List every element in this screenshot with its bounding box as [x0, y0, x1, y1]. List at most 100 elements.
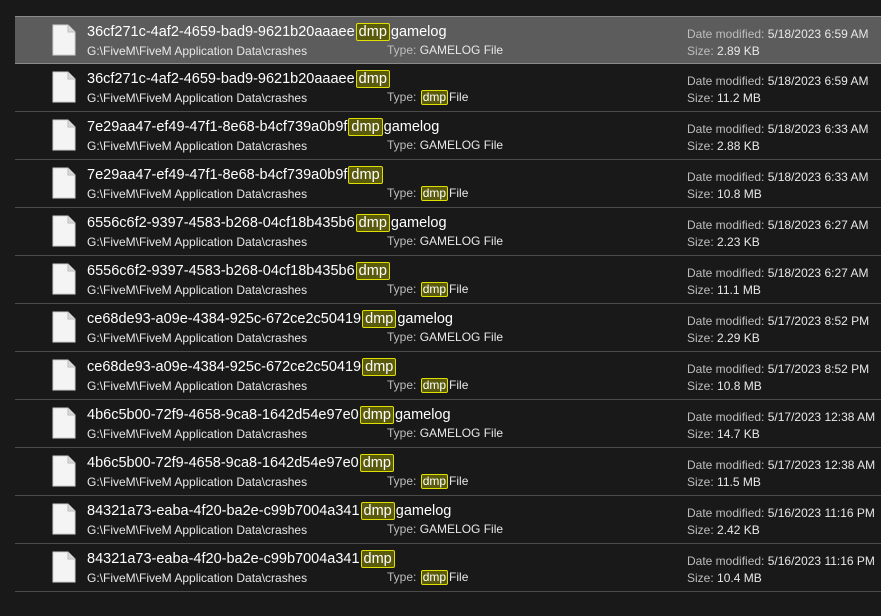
size-label: Size:: [687, 139, 714, 153]
search-highlight: dmp: [359, 454, 394, 472]
file-size: Size: 10.8 MB: [687, 379, 762, 393]
type-search-highlight: dmp: [420, 282, 449, 297]
file-type-value: File: [449, 570, 469, 584]
file-path: G:\FiveM\FiveM Application Data\crashes: [87, 475, 308, 489]
file-size: Size: 11.5 MB: [687, 475, 761, 489]
date-modified: Date modified: 5/16/2023 11:16 PM: [687, 554, 875, 568]
file-row[interactable]: ce68de93-a09e-4384-925c-672ce2c50419 dmp …: [15, 352, 881, 400]
file-name: 36cf271c-4af2-4659-bad9-9621b20aaaee dmp g…: [87, 23, 447, 42]
search-highlight: dmp: [362, 310, 397, 328]
date-modified: Date modified: 5/18/2023 6:59 AM: [687, 74, 868, 88]
file-size-value: 10.8 MB: [717, 379, 762, 393]
type-search-highlight: dmp: [420, 474, 449, 489]
file-name-prefix: 6556c6f2-9397-4583-b268-04cf18b435b6: [87, 263, 355, 279]
date-modified: Date modified: 5/18/2023 6:33 AM: [687, 170, 868, 184]
file-name: 4b6c5b00-72f9-4658-9ca8-1642d54e97e0 dmp g…: [87, 406, 451, 425]
file-name-prefix: ce68de93-a09e-4384-925c-672ce2c50419: [87, 359, 362, 375]
file-icon: [52, 503, 76, 535]
file-icon: [52, 551, 76, 583]
file-type: Type: dmp File: [387, 90, 468, 105]
file-row[interactable]: 4b6c5b00-72f9-4658-9ca8-1642d54e97e0 dmp g…: [15, 400, 881, 448]
file-name-prefix: ce68de93-a09e-4384-925c-672ce2c50419: [87, 311, 362, 327]
file-name-prefix: 4b6c5b00-72f9-4658-9ca8-1642d54e97e0: [87, 455, 359, 471]
date-modified-value: 5/18/2023 6:27 AM: [767, 218, 869, 232]
file-name-prefix: 36cf271c-4af2-4659-bad9-9621b20aaaee: [87, 71, 355, 87]
file-size: Size: 10.8 MB: [687, 187, 762, 201]
file-type: Type: dmp File: [387, 474, 468, 489]
file-name: 84321a73-eaba-4f20-ba2e-c99b7004a341 dmp g…: [87, 502, 451, 521]
file-path: G:\FiveM\FiveM Application Data\crashes: [87, 523, 308, 537]
size-label: Size:: [687, 331, 714, 345]
search-highlight: dmp: [348, 118, 383, 136]
size-label: Size:: [687, 44, 714, 58]
file-row[interactable]: ce68de93-a09e-4384-925c-672ce2c50419 dmp g…: [15, 304, 881, 352]
file-type-value: GAMELOG File: [419, 522, 504, 536]
file-size: Size: 2.89 KB: [687, 44, 760, 58]
file-name-prefix: 36cf271c-4af2-4659-bad9-9621b20aaaee: [87, 24, 355, 40]
file-path: G:\FiveM\FiveM Application Data\crashes: [87, 187, 308, 201]
file-name-suffix: gamelog: [383, 119, 440, 135]
file-row[interactable]: 84321a73-eaba-4f20-ba2e-c99b7004a341 dmp g…: [15, 496, 881, 544]
file-type: Type: dmp File: [387, 186, 468, 201]
file-type-value: File: [449, 90, 469, 104]
file-path: G:\FiveM\FiveM Application Data\crashes: [87, 331, 308, 345]
file-row[interactable]: 36cf271c-4af2-4659-bad9-9621b20aaaee dmp …: [15, 64, 881, 112]
size-label: Size:: [687, 283, 714, 297]
file-icon: [52, 119, 76, 151]
type-label: Type:: [387, 186, 417, 200]
file-row[interactable]: 84321a73-eaba-4f20-ba2e-c99b7004a341 dmp …: [15, 544, 881, 592]
file-size-value: 10.4 MB: [717, 571, 762, 585]
file-path: G:\FiveM\FiveM Application Data\crashes: [87, 139, 308, 153]
file-icon: [52, 71, 76, 103]
file-size-value: 2.88 KB: [717, 139, 760, 153]
search-highlight: dmp: [355, 262, 390, 280]
file-name: 36cf271c-4af2-4659-bad9-9621b20aaaee dmp: [87, 70, 391, 89]
date-modified-value: 5/17/2023 8:52 PM: [767, 362, 870, 376]
file-type-value: File: [449, 378, 469, 392]
file-size-value: 2.42 KB: [717, 523, 760, 537]
file-row[interactable]: 6556c6f2-9397-4583-b268-04cf18b435b6 dmp g…: [15, 208, 881, 256]
file-type-value: GAMELOG File: [419, 426, 504, 440]
file-type-value: GAMELOG File: [419, 138, 504, 152]
file-row[interactable]: 36cf271c-4af2-4659-bad9-9621b20aaaee dmp g…: [15, 16, 881, 64]
file-size-value: 11.2 MB: [717, 91, 761, 105]
file-name-prefix: 84321a73-eaba-4f20-ba2e-c99b7004a341: [87, 551, 360, 567]
file-name-prefix: 7e29aa47-ef49-47f1-8e68-b4cf739a0b9f: [87, 167, 348, 183]
search-highlight: dmp: [355, 214, 390, 232]
type-label: Type:: [387, 378, 417, 392]
file-row[interactable]: 6556c6f2-9397-4583-b268-04cf18b435b6 dmp …: [15, 256, 881, 304]
file-icon: [52, 455, 76, 487]
file-name-suffix: gamelog: [397, 311, 453, 327]
file-type-value: GAMELOG File: [419, 234, 504, 248]
file-name-suffix: gamelog: [394, 407, 451, 423]
file-type: Type: GAMELOG File: [387, 234, 503, 248]
file-row[interactable]: 4b6c5b00-72f9-4658-9ca8-1642d54e97e0 dmp …: [15, 448, 881, 496]
date-modified: Date modified: 5/17/2023 8:52 PM: [687, 314, 869, 328]
file-type-value: GAMELOG File: [419, 43, 504, 57]
type-search-highlight: dmp: [420, 90, 449, 105]
date-modified: Date modified: 5/18/2023 6:33 AM: [687, 122, 868, 136]
file-size: Size: 2.88 KB: [687, 139, 760, 153]
date-modified-value: 5/17/2023 8:52 PM: [767, 314, 870, 328]
file-name-prefix: 6556c6f2-9397-4583-b268-04cf18b435b6: [87, 215, 355, 231]
date-modified-label: Date modified:: [687, 506, 765, 520]
file-type: Type: GAMELOG File: [387, 43, 503, 57]
file-name: ce68de93-a09e-4384-925c-672ce2c50419 dmp: [87, 358, 397, 377]
file-row[interactable]: 7e29aa47-ef49-47f1-8e68-b4cf739a0b9f dmp …: [15, 160, 881, 208]
size-label: Size:: [687, 91, 714, 105]
size-label: Size:: [687, 379, 714, 393]
file-type: Type: dmp File: [387, 570, 468, 585]
date-modified-label: Date modified:: [687, 266, 765, 280]
file-icon: [52, 263, 76, 295]
file-size: Size: 11.2 MB: [687, 91, 761, 105]
file-size: Size: 2.29 KB: [687, 331, 760, 345]
date-modified-label: Date modified:: [687, 554, 765, 568]
date-modified: Date modified: 5/17/2023 12:38 AM: [687, 458, 875, 472]
file-row[interactable]: 7e29aa47-ef49-47f1-8e68-b4cf739a0b9f dmp g…: [15, 112, 881, 160]
file-type: Type: dmp File: [387, 378, 468, 393]
file-icon: [52, 359, 76, 391]
date-modified-label: Date modified:: [687, 458, 765, 472]
size-label: Size:: [687, 523, 714, 537]
file-type: Type: dmp File: [387, 282, 468, 297]
date-modified-label: Date modified:: [687, 314, 765, 328]
